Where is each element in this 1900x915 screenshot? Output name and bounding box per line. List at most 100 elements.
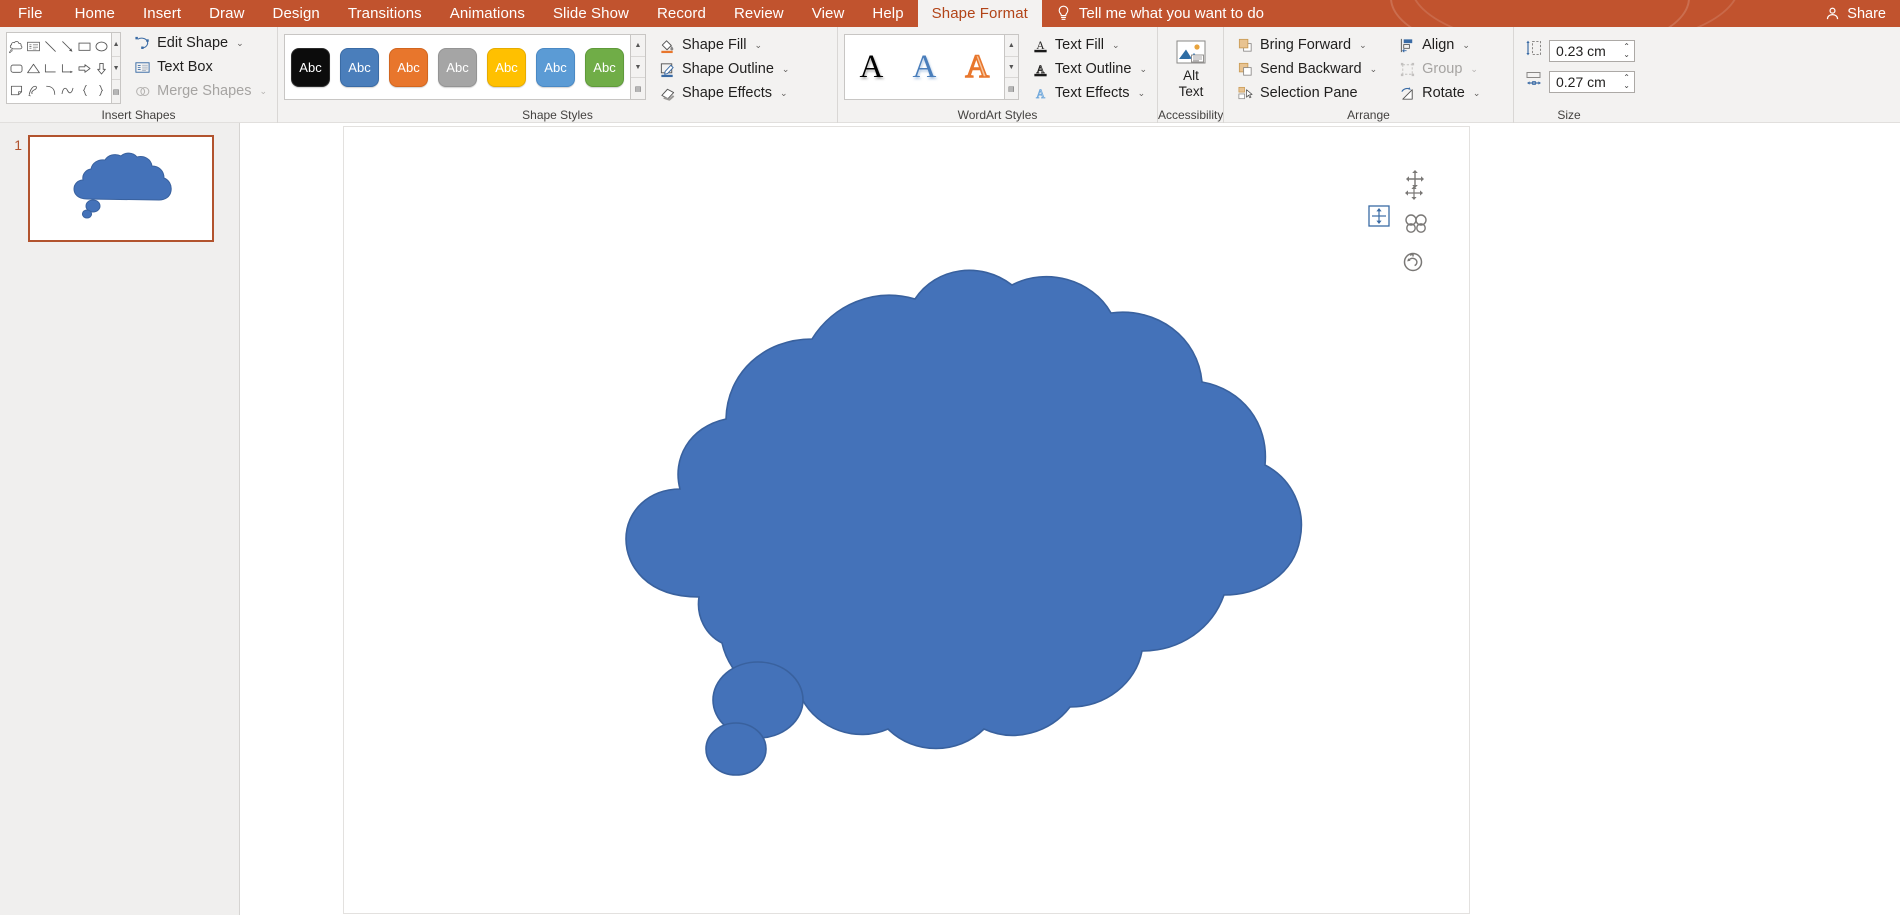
- lightbulb-icon: [1056, 5, 1071, 22]
- bring-forward-button[interactable]: Bring Forward ⌄: [1232, 34, 1382, 56]
- swatch-label: Abc: [348, 59, 371, 75]
- shape-cloud-icon[interactable]: [8, 35, 25, 57]
- bring-forward-icon: [1237, 37, 1254, 54]
- shape-rectangle-icon[interactable]: [76, 35, 93, 57]
- text-effects-button[interactable]: A Text Effects ⌄: [1027, 82, 1152, 104]
- shape-rounded-rectangle-icon[interactable]: [8, 57, 25, 79]
- rotate-handle-icon[interactable]: [1401, 250, 1425, 274]
- shape-outline-button[interactable]: Shape Outline ⌄: [654, 58, 794, 80]
- shape-effects-button[interactable]: Shape Effects ⌄: [654, 82, 794, 104]
- slide-thumbnail-item[interactable]: 1: [0, 135, 214, 242]
- shape-gallery[interactable]: [6, 32, 112, 104]
- tab-view[interactable]: View: [798, 0, 859, 27]
- text-box-button[interactable]: Text Box: [129, 56, 272, 78]
- tell-me-search[interactable]: Tell me what you want to do: [1042, 0, 1276, 27]
- shape-elbow-connector-icon[interactable]: [42, 57, 59, 79]
- tab-home[interactable]: Home: [61, 0, 129, 27]
- shape-styles-scrollbar[interactable]: ▲ ▼ ▤: [631, 34, 646, 100]
- shape-style-swatch[interactable]: Abc: [536, 47, 575, 87]
- ribbon-group-accessibility: Alt Text Accessibility: [1157, 27, 1223, 123]
- scroll-down-icon[interactable]: ▼: [1004, 57, 1018, 79]
- shape-style-swatch[interactable]: Abc: [585, 47, 624, 87]
- edit-shape-label: Edit Shape: [157, 35, 229, 51]
- text-fill-button[interactable]: A Text Fill ⌄: [1027, 34, 1152, 56]
- shape-right-brace-icon[interactable]: [93, 79, 110, 101]
- scroll-up-icon[interactable]: ▲: [631, 35, 645, 57]
- move-handle-secondary-icon[interactable]: [1403, 185, 1425, 201]
- shape-width-stepper[interactable]: ⌃ ⌄: [1623, 72, 1630, 92]
- tab-animations[interactable]: Animations: [436, 0, 539, 27]
- chevron-down-icon: ⌄: [1112, 39, 1120, 50]
- slide-canvas[interactable]: [343, 126, 1470, 914]
- vertical-resize-handle-icon[interactable]: [1368, 205, 1390, 227]
- selection-pane-button[interactable]: Selection Pane: [1232, 82, 1382, 104]
- scroll-up-icon[interactable]: ▲: [112, 33, 121, 57]
- shape-folded-corner-icon[interactable]: [8, 79, 25, 101]
- text-outline-button[interactable]: A Text Outline ⌄: [1027, 58, 1152, 80]
- tab-draw[interactable]: Draw: [195, 0, 258, 27]
- shape-line-arrow-icon[interactable]: [59, 35, 76, 57]
- ribbon-tab-bar: File Home Insert Draw Design Transitions…: [0, 0, 1900, 27]
- shape-style-swatch[interactable]: Abc: [291, 47, 330, 87]
- more-shapes-icon[interactable]: ▤: [112, 80, 120, 103]
- send-backward-button[interactable]: Send Backward ⌄: [1232, 58, 1382, 80]
- tab-slide-show[interactable]: Slide Show: [539, 0, 643, 27]
- shape-arc-icon[interactable]: [42, 79, 59, 101]
- thumbnail-cloud-shape: [73, 152, 172, 219]
- shape-line-icon[interactable]: [42, 35, 59, 57]
- more-wordart-icon[interactable]: ▤: [1005, 78, 1018, 99]
- shape-left-brace-icon[interactable]: [76, 79, 93, 101]
- shape-style-swatch[interactable]: Abc: [389, 47, 428, 87]
- scroll-down-icon[interactable]: ▼: [631, 57, 645, 79]
- wordart-sample-orange-outline[interactable]: A: [965, 49, 990, 84]
- tab-help[interactable]: Help: [858, 0, 917, 27]
- slide-thumbnail[interactable]: [28, 135, 214, 242]
- wordart-sample-black[interactable]: A: [860, 50, 884, 84]
- more-styles-icon[interactable]: ▤: [631, 78, 645, 99]
- shape-styles-gallery[interactable]: Abc Abc Abc Abc Abc Abc Abc: [284, 34, 631, 100]
- tab-label: Record: [656, 5, 706, 22]
- tab-record[interactable]: Record: [643, 0, 720, 27]
- adjust-handle-icon[interactable]: [1403, 212, 1429, 234]
- alt-text-button[interactable]: Alt Text: [1164, 36, 1218, 99]
- tab-insert[interactable]: Insert: [129, 0, 195, 27]
- shape-height-stepper[interactable]: ⌃ ⌄: [1623, 41, 1630, 61]
- shape-triangle-icon[interactable]: [25, 57, 42, 79]
- scroll-down-icon[interactable]: ▼: [112, 57, 121, 81]
- tab-file[interactable]: File: [0, 0, 61, 27]
- edit-shape-button[interactable]: Edit Shape ⌄: [129, 32, 272, 54]
- tab-design[interactable]: Design: [259, 0, 334, 27]
- stepper-down-icon[interactable]: ⌄: [1623, 81, 1630, 90]
- share-button[interactable]: Share: [1825, 0, 1900, 27]
- group-button: Group ⌄: [1394, 58, 1485, 80]
- shape-width-input[interactable]: 0.27 cm ⌃ ⌄: [1549, 70, 1635, 93]
- rotate-button[interactable]: Rotate ⌄: [1394, 82, 1485, 104]
- tab-shape-format[interactable]: Shape Format: [917, 0, 1042, 27]
- scroll-up-icon[interactable]: ▲: [1004, 35, 1018, 57]
- shape-curve-icon[interactable]: [59, 79, 76, 101]
- tab-review[interactable]: Review: [720, 0, 798, 27]
- shape-gallery-scrollbar[interactable]: ▲ ▼ ▤: [112, 32, 122, 104]
- wordart-gallery-scrollbar[interactable]: ▲ ▼ ▤: [1004, 34, 1019, 100]
- shape-down-arrow-icon[interactable]: [93, 57, 110, 79]
- align-button[interactable]: Align ⌄: [1394, 34, 1485, 56]
- shape-text-box-icon[interactable]: [25, 35, 42, 57]
- shape-oval-icon[interactable]: [93, 35, 110, 57]
- cloud-callout-shape[interactable]: [344, 127, 1470, 914]
- shape-fill-button[interactable]: Shape Fill ⌄: [654, 34, 794, 56]
- shape-freeform-scribble-icon[interactable]: [25, 79, 42, 101]
- shape-style-swatch[interactable]: Abc: [438, 47, 477, 87]
- shape-style-swatch[interactable]: Abc: [487, 47, 526, 87]
- wordart-sample-blue[interactable]: A: [912, 50, 936, 84]
- slide-thumbnail-panel[interactable]: 1: [0, 123, 240, 915]
- shape-height-input[interactable]: 0.23 cm ⌃ ⌄: [1549, 39, 1635, 62]
- chevron-down-icon: ⌄: [1369, 63, 1378, 74]
- tab-transitions[interactable]: Transitions: [334, 0, 436, 27]
- shape-elbow-arrow-connector-icon[interactable]: [59, 57, 76, 79]
- merge-shapes-icon: [134, 83, 151, 100]
- stepper-down-icon[interactable]: ⌄: [1623, 50, 1630, 59]
- shape-style-swatch[interactable]: Abc: [340, 47, 379, 87]
- wordart-gallery[interactable]: A A A: [844, 34, 1005, 100]
- slide-canvas-area[interactable]: [240, 123, 1900, 915]
- shape-right-arrow-icon[interactable]: [76, 57, 93, 79]
